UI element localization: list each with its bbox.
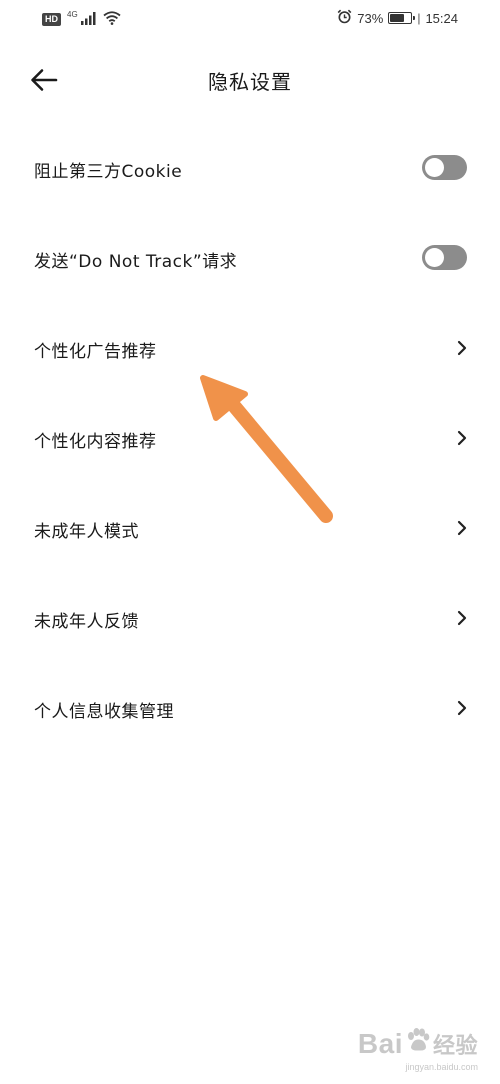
setting-label: 个性化广告推荐 — [34, 342, 157, 362]
watermark-brand: Bai 经验 — [358, 1027, 478, 1060]
toggle-knob — [425, 248, 444, 267]
status-bar-left: HD 4G — [42, 10, 121, 29]
watermark-url: jingyan.baidu.com — [405, 1062, 478, 1072]
setting-row-personalized-content[interactable]: 个性化内容推荐 — [0, 393, 500, 483]
toggle-knob — [425, 158, 444, 177]
status-bar-right: 73% | 15:24 — [337, 9, 458, 27]
hd-badge: HD — [42, 13, 61, 26]
clock: 15:24 — [425, 10, 458, 26]
status-bar: HD 4G 73% | 15:24 — [0, 0, 500, 40]
paw-icon — [405, 1027, 431, 1060]
setting-label: 个性化内容推荐 — [34, 432, 157, 452]
setting-row-minor-feedback[interactable]: 未成年人反馈 — [0, 573, 500, 663]
setting-row-personalized-ads[interactable]: 个性化广告推荐 — [0, 303, 500, 393]
baidu-jingyan-watermark: Bai 经验 jingyan.baidu.com — [358, 1027, 478, 1073]
settings-list: 阻止第三方Cookie 发送“Do Not Track”请求 个性化广告推荐 个… — [0, 123, 500, 753]
chevron-right-icon — [457, 520, 467, 536]
setting-row-block-third-party-cookie[interactable]: 阻止第三方Cookie — [0, 123, 500, 213]
setting-label: 未成年人反馈 — [34, 612, 139, 632]
battery-level-fill — [390, 14, 405, 22]
do-not-track-toggle[interactable] — [422, 245, 467, 270]
chevron-right-icon — [457, 700, 467, 716]
chevron-right-icon — [457, 610, 467, 626]
status-separator: | — [417, 11, 421, 25]
block-cookie-toggle[interactable] — [422, 155, 467, 180]
battery-percent: 73% — [357, 10, 384, 26]
setting-label: 未成年人模式 — [34, 522, 139, 542]
setting-label: 阻止第三方Cookie — [34, 162, 183, 182]
alarm-icon — [337, 9, 352, 27]
battery-icon — [388, 12, 416, 24]
setting-row-do-not-track[interactable]: 发送“Do Not Track”请求 — [0, 213, 500, 303]
network-label: 4G — [67, 10, 78, 19]
watermark-brand-right: 经验 — [432, 1033, 478, 1059]
chevron-right-icon — [457, 340, 467, 356]
app-header: 隐私设置 — [0, 50, 500, 112]
page-title: 隐私设置 — [208, 70, 292, 94]
wifi-icon — [103, 10, 121, 29]
setting-row-minor-mode[interactable]: 未成年人模式 — [0, 483, 500, 573]
watermark-brand-left: Bai — [357, 1027, 403, 1059]
setting-row-personal-info-management[interactable]: 个人信息收集管理 — [0, 663, 500, 753]
setting-label: 个人信息收集管理 — [34, 702, 174, 722]
chevron-right-icon — [457, 430, 467, 446]
setting-label: 发送“Do Not Track”请求 — [34, 252, 238, 272]
signal-icon — [80, 10, 97, 29]
